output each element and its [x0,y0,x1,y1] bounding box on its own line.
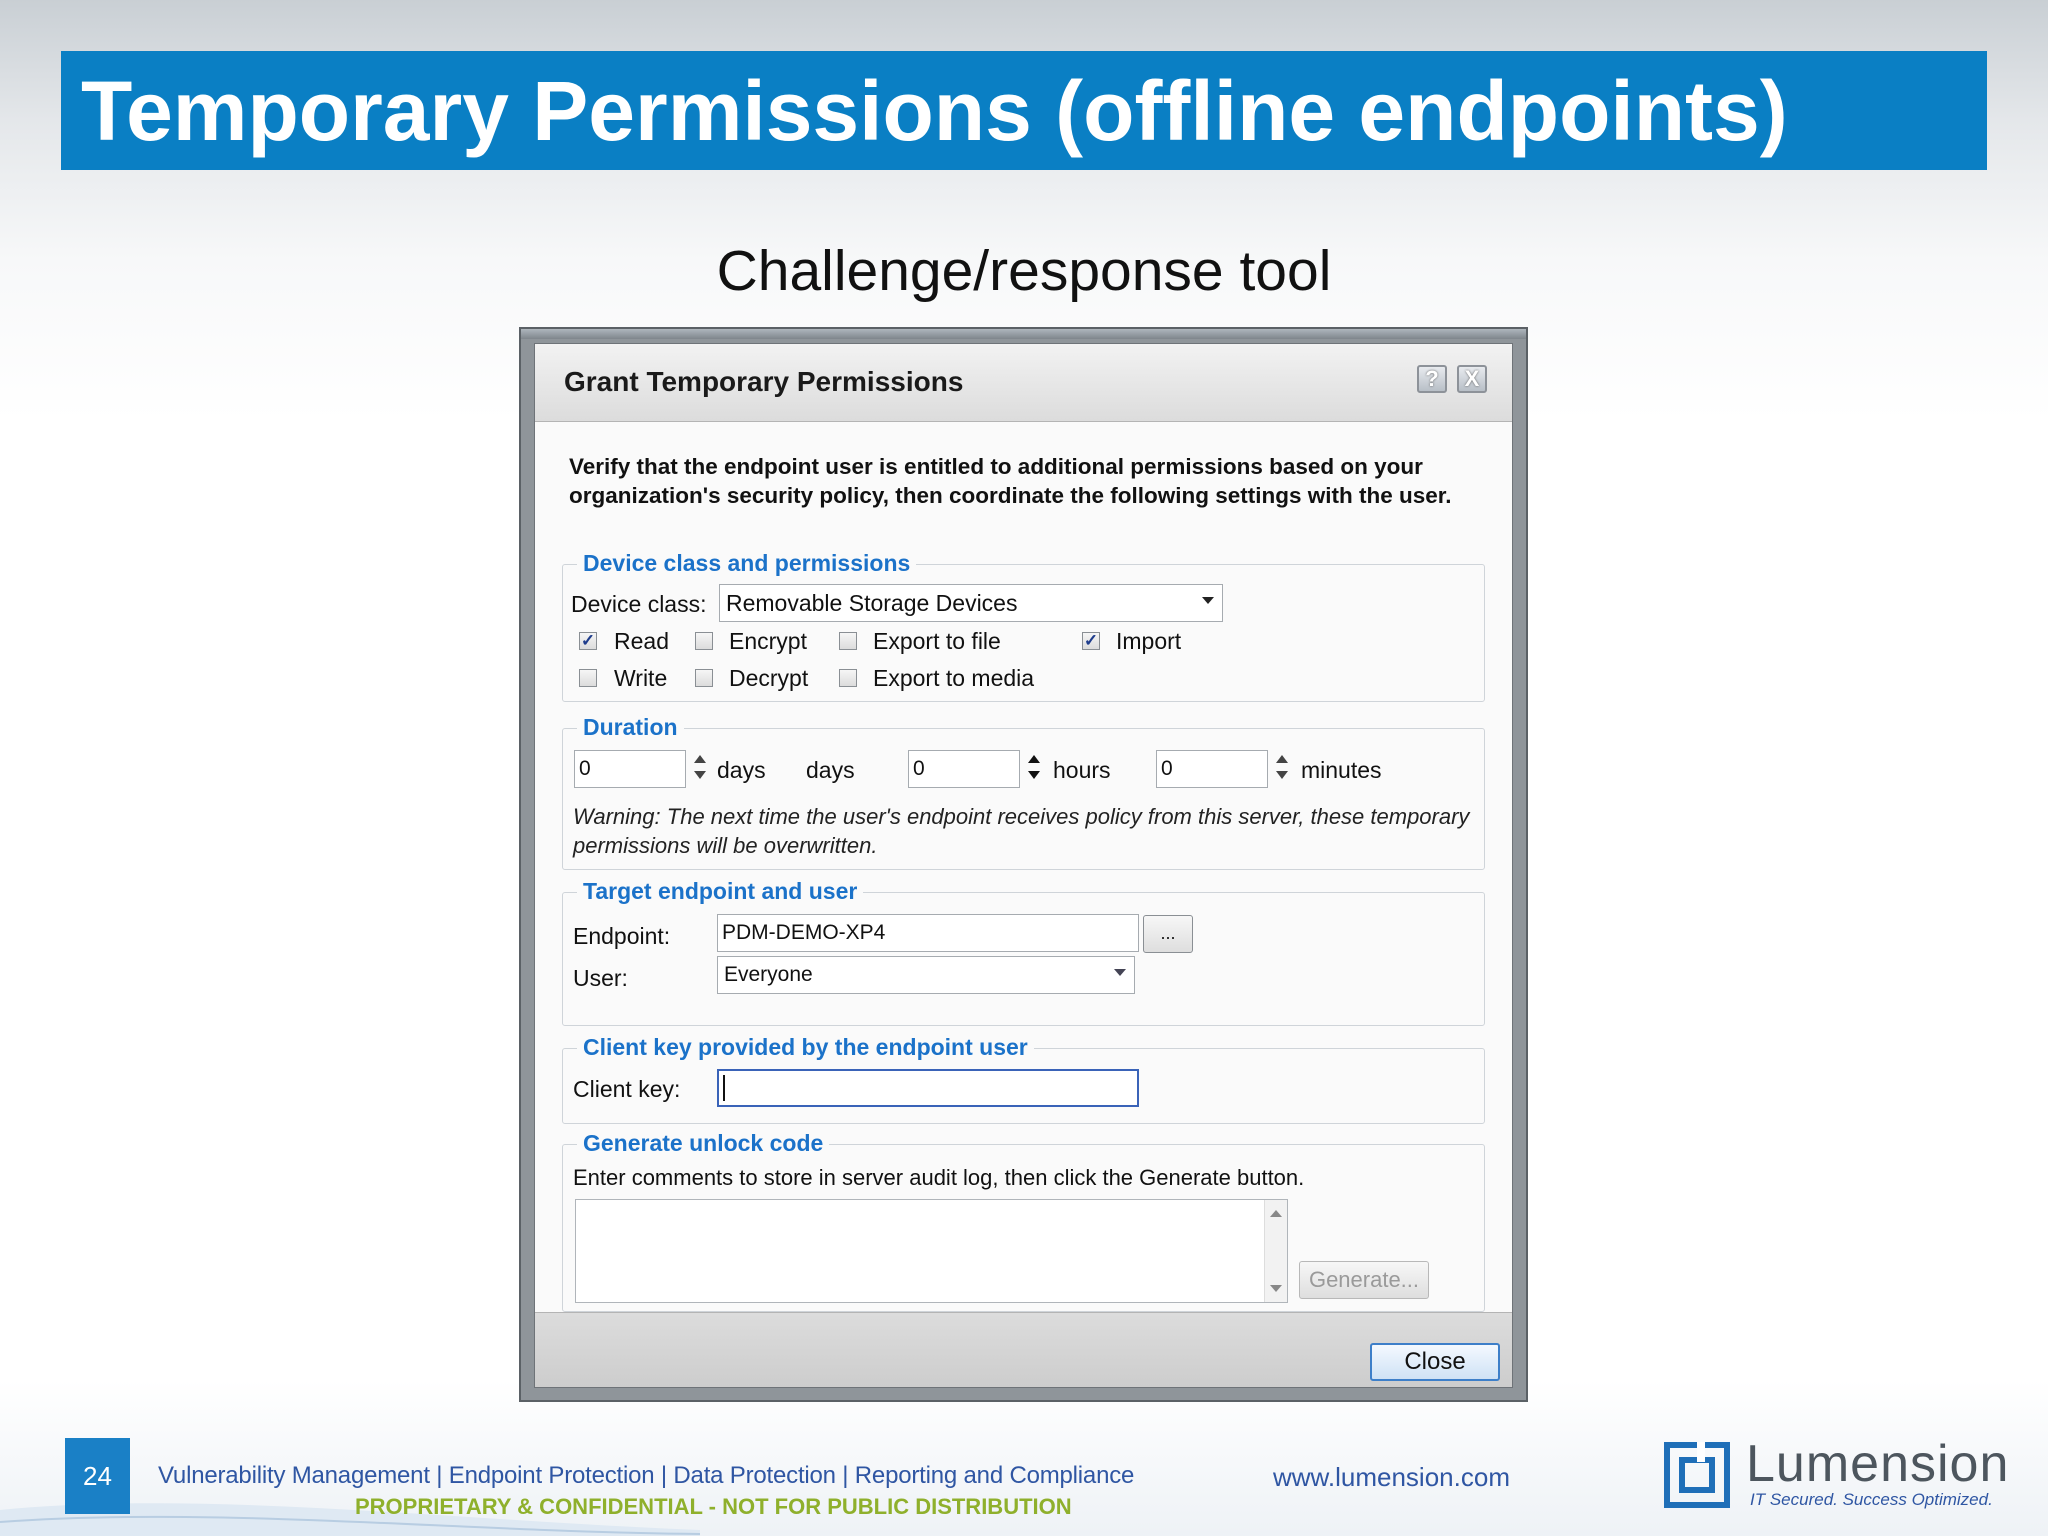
export-to-file-checkbox[interactable] [839,632,857,650]
warning-prefix: Warning: [573,804,661,829]
client-key-heading: Client key provided by the endpoint user [577,1033,1034,1061]
audit-comments-textarea[interactable] [575,1199,1288,1303]
days-input[interactable]: 0 [574,750,686,788]
intro-text: Verify that the endpoint user is entitle… [569,454,1452,508]
logo-wordmark: Lumension [1746,1435,2010,1493]
decrypt-checkbox[interactable] [695,669,713,687]
help-icon[interactable]: ? [1417,365,1447,393]
device-class-select[interactable]: Removable Storage Devices [719,584,1223,622]
user-value: Everyone [724,963,813,986]
target-endpoint-group: Target endpoint and user Endpoint: PDM-D… [562,877,1485,1026]
footer-tagline: Vulnerability Management | Endpoint Prot… [158,1462,1135,1489]
dialog-header: Grant Temporary Permissions ? X [535,344,1512,422]
page-number: 24 [65,1438,130,1514]
export-to-media-checkbox[interactable] [839,669,857,687]
minutes-label: minutes [1301,757,1382,783]
generate-button[interactable]: Generate... [1299,1261,1429,1299]
client-key-group: Client key provided by the endpoint user… [562,1033,1485,1124]
slide-title: Temporary Permissions (offline endpoints… [81,64,1788,158]
warning-text: The next time the user's endpoint receiv… [573,804,1470,858]
import-checkbox[interactable]: ✓ [1082,632,1100,650]
write-label: Write [614,665,668,691]
generate-unlock-group: Generate unlock code Enter comments to s… [562,1129,1485,1312]
generate-instructions: Enter comments to store in server audit … [573,1165,1305,1190]
days-unit-label: days [717,757,766,783]
minutes-spinner[interactable] [1276,753,1288,783]
text-cursor [723,1075,725,1102]
grant-temporary-permissions-dialog: Grant Temporary Permissions ? X Verify t… [534,343,1513,1388]
lumension-logo-icon [1664,1442,1730,1508]
duration-group: Duration 0 days days 0 hours 0 minutes W… [562,713,1485,870]
target-endpoint-heading: Target endpoint and user [577,877,864,905]
logo-tagline: IT Secured. Success Optimized. [1750,1490,1993,1509]
endpoint-label: Endpoint: [573,923,671,949]
duration-heading: Duration [577,713,684,741]
encrypt-checkbox[interactable] [695,632,713,650]
browse-endpoint-button[interactable]: ... [1143,915,1193,953]
export-to-file-label: Export to file [873,628,1001,654]
device-class-group: Device class and permissions Device clas… [562,549,1485,702]
minutes-input[interactable]: 0 [1156,750,1268,788]
chevron-down-icon [1114,969,1126,976]
dialog-footer: Close [535,1312,1512,1387]
import-label: Import [1116,628,1182,654]
window-frame-strip [521,329,1526,339]
export-to-media-label: Export to media [873,665,1035,691]
client-key-input[interactable] [717,1069,1139,1107]
dialog-body: Verify that the endpoint user is entitle… [535,422,1512,1312]
device-class-heading: Device class and permissions [577,549,917,577]
duration-warning: Warning: The next time the user's endpoi… [573,802,1473,860]
dialog-window-frame: Grant Temporary Permissions ? X Verify t… [519,327,1528,1402]
read-checkbox[interactable]: ✓ [579,632,597,650]
hours-label: hours [1053,757,1111,783]
read-label: Read [614,628,669,654]
slide-subtitle: Challenge/response tool [716,239,1332,303]
footer-url[interactable]: www.lumension.com [1273,1462,1510,1493]
slide-title-bar: Temporary Permissions (offline endpoints… [61,51,1987,170]
footer-confidential: PROPRIETARY & CONFIDENTIAL - NOT FOR PUB… [355,1494,1072,1519]
device-class-label: Device class: [571,591,707,617]
encrypt-label: Encrypt [729,628,807,654]
generate-unlock-heading: Generate unlock code [577,1129,830,1157]
device-class-value: Removable Storage Devices [726,590,1018,616]
days-spinner[interactable] [694,753,706,783]
chevron-down-icon [1202,597,1214,604]
client-key-label: Client key: [573,1076,681,1102]
close-icon[interactable]: X [1457,365,1487,393]
user-select[interactable]: Everyone [717,956,1135,994]
decrypt-label: Decrypt [729,665,809,691]
days-label: days [806,757,855,783]
user-label: User: [573,965,628,991]
endpoint-field[interactable]: PDM-DEMO-XP4 [717,914,1139,952]
write-checkbox[interactable] [579,669,597,687]
dialog-title: Grant Temporary Permissions [564,366,964,397]
close-button[interactable]: Close [1370,1343,1500,1381]
comments-scrollbar[interactable] [1264,1200,1287,1302]
hours-spinner[interactable] [1028,753,1040,783]
hours-input[interactable]: 0 [908,750,1020,788]
